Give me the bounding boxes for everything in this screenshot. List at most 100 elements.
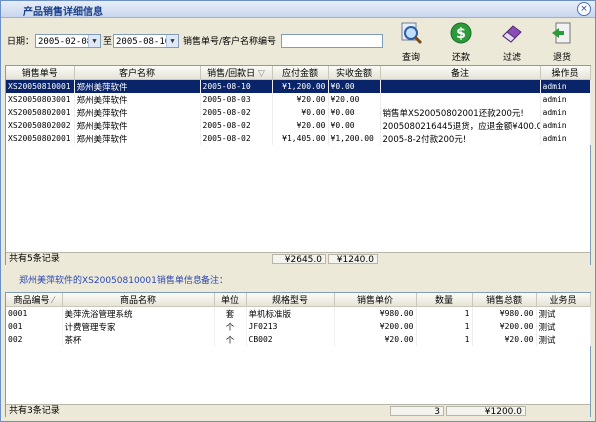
cell-received: ¥0.00 (328, 106, 381, 119)
cell-unit: 个 (214, 320, 247, 333)
query-button[interactable]: 查询 (394, 21, 428, 63)
col-header[interactable]: 销售单号 (6, 66, 75, 80)
table-row[interactable]: 0001 美萍洗浴管理系统 套 单机标准版 ¥980.00 1 ¥980.00 … (6, 306, 591, 320)
cell-total: ¥20.00 (472, 333, 537, 346)
start-date-picker[interactable]: 2005-02-08 ▼ (35, 34, 101, 48)
cell-id: XS20050803001 (6, 93, 75, 106)
detail-grid[interactable]: 商品编号 ⁄ 商品名称 单位 规格型号 销售单价 数量 销售总额 业务员 000… (5, 292, 591, 417)
col-header[interactable]: 业务员 (536, 293, 591, 307)
cell-code: 0001 (6, 306, 63, 320)
cell-unit: 个 (214, 333, 247, 346)
cell-code: 002 (6, 333, 63, 346)
cell-qty: 1 (416, 333, 473, 346)
cell-qty: 1 (416, 306, 473, 320)
cell-note (380, 93, 541, 106)
cell-received: ¥0.00 (328, 119, 381, 132)
sales-total-payable: ¥2645.0 (272, 254, 326, 265)
door-exit-icon (552, 22, 571, 44)
cell-id: XS20050802001 (6, 106, 75, 119)
table-row[interactable]: XS20050802001 郑州美萍软件 2005-08-02 ¥0.00 ¥0… (6, 106, 591, 119)
cell-operator: admin (540, 132, 591, 145)
col-header[interactable]: 客户名称 (74, 66, 201, 80)
col-header[interactable]: 销售/回款日 ▽ (200, 66, 273, 80)
cell-id: XS20050810001 (6, 79, 75, 93)
detail-footer: 共有3条记录 3 ¥1200.0 (6, 404, 590, 417)
filter-label: 过滤 (502, 53, 521, 63)
magnifier-icon (401, 22, 423, 45)
sales-grid[interactable]: 销售单号 客户名称 销售/回款日 ▽ 应付金额 实收金额 备注 操作员 XS20… (5, 65, 591, 265)
end-date-picker[interactable]: 2005-08-10 ▼ (113, 34, 179, 48)
cell-operator: admin (540, 79, 591, 93)
table-row[interactable]: XS20050802001 郑州美萍软件 2005-08-02 ¥1,405.0… (6, 132, 591, 145)
end-date-value: 2005-08-10 (116, 37, 171, 47)
col-header[interactable]: 销售单价 (334, 293, 417, 307)
table-row[interactable]: XS20050810001 郑州美萍软件 2005-08-10 ¥1,200.0… (6, 79, 591, 93)
col-header[interactable]: 备注 (380, 66, 541, 80)
cell-customer: 郑州美萍软件 (74, 79, 201, 93)
cell-operator: admin (540, 119, 591, 132)
table-row[interactable]: 002 茶杯 个 CB002 ¥20.00 1 ¥20.00 测试 (6, 333, 591, 346)
svg-text:$: $ (456, 26, 466, 42)
cell-customer: 郑州美萍软件 (74, 106, 201, 119)
cell-date: 2005-08-02 (200, 132, 273, 145)
date-label: 日期： (7, 37, 35, 47)
cell-customer: 郑州美萍软件 (74, 132, 201, 145)
query-label: 查询 (401, 53, 420, 63)
to-label: 至 (103, 37, 113, 47)
chevron-down-icon[interactable]: ▼ (166, 35, 178, 47)
cell-price: ¥980.00 (334, 306, 417, 320)
sales-header-row: 销售单号 客户名称 销售/回款日 ▽ 应付金额 实收金额 备注 操作员 (6, 66, 591, 80)
cell-date: 2005-08-02 (200, 119, 273, 132)
col-header[interactable]: 单位 (214, 293, 247, 307)
cell-qty: 1 (416, 320, 473, 333)
detail-total-amount: ¥1200.0 (446, 406, 526, 417)
repay-button[interactable]: $ 还款 (444, 21, 478, 63)
sort-asc-icon: ⁄ (49, 296, 54, 306)
return-button[interactable]: 退货 (545, 21, 579, 63)
title-bar[interactable]: 产品销售详细信息 × (1, 1, 595, 18)
cell-staff: 测试 (536, 333, 591, 346)
col-header[interactable]: 销售总额 (472, 293, 537, 307)
sales-detail-window: 产品销售详细信息 × 日期： 2005-02-08 ▼ 至 2005-08-10… (0, 0, 596, 422)
cell-code: 001 (6, 320, 63, 333)
detail-title: 郑州美萍软件的XS20050810001销售单信息 (19, 276, 202, 286)
cell-payable: ¥20.00 (272, 119, 329, 132)
col-header[interactable]: 操作员 (540, 66, 591, 80)
table-row[interactable]: XS20050803001 郑州美萍软件 2005-08-03 ¥20.00 ¥… (6, 93, 591, 106)
start-date-value: 2005-02-08 (38, 37, 93, 47)
cell-total: ¥200.00 (472, 320, 537, 333)
col-header[interactable]: 应付金额 (272, 66, 329, 80)
cell-payable: ¥0.00 (272, 106, 329, 119)
cell-payable: ¥20.00 (272, 93, 329, 106)
eraser-icon (502, 25, 522, 43)
table-row[interactable]: XS20050802002 郑州美萍软件 2005-08-02 ¥20.00 ¥… (6, 119, 591, 132)
cell-unit: 套 (214, 306, 247, 320)
cell-staff: 测试 (536, 306, 591, 320)
filter-button[interactable]: 过滤 (495, 21, 529, 63)
cell-note: 销售单XS20050802001还款200元! (380, 106, 541, 119)
cell-id: XS20050802001 (6, 132, 75, 145)
col-header[interactable]: 实收金额 (328, 66, 381, 80)
col-header[interactable]: 商品名称 (62, 293, 215, 307)
col-header[interactable]: 数量 (416, 293, 473, 307)
cell-operator: admin (540, 106, 591, 119)
close-icon[interactable]: × (577, 2, 591, 16)
return-label: 退货 (552, 53, 571, 63)
cell-date: 2005-08-02 (200, 106, 273, 119)
search-input[interactable] (281, 34, 383, 48)
cell-payable: ¥1,405.00 (272, 132, 329, 145)
col-header[interactable]: 商品编号 ⁄ (6, 293, 63, 307)
cell-note (380, 79, 541, 93)
chevron-down-icon[interactable]: ▼ (88, 35, 100, 47)
table-row[interactable]: 001 计费管理专家 个 JF0213 ¥200.00 1 ¥200.00 测试 (6, 320, 591, 333)
cell-name: 美萍洗浴管理系统 (62, 306, 215, 320)
sales-footer: 共有5条记录 ¥2645.0 ¥1240.0 (6, 252, 590, 265)
sales-table: 销售单号 客户名称 销售/回款日 ▽ 应付金额 实收金额 备注 操作员 XS20… (6, 66, 591, 145)
sort-desc-icon: ▽ (255, 69, 265, 79)
cell-id: XS20050802002 (6, 119, 75, 132)
col-header[interactable]: 规格型号 (246, 293, 335, 307)
cell-customer: 郑州美萍软件 (74, 119, 201, 132)
cell-customer: 郑州美萍软件 (74, 93, 201, 106)
cell-date: 2005-08-03 (200, 93, 273, 106)
detail-total-qty: 3 (390, 406, 444, 417)
